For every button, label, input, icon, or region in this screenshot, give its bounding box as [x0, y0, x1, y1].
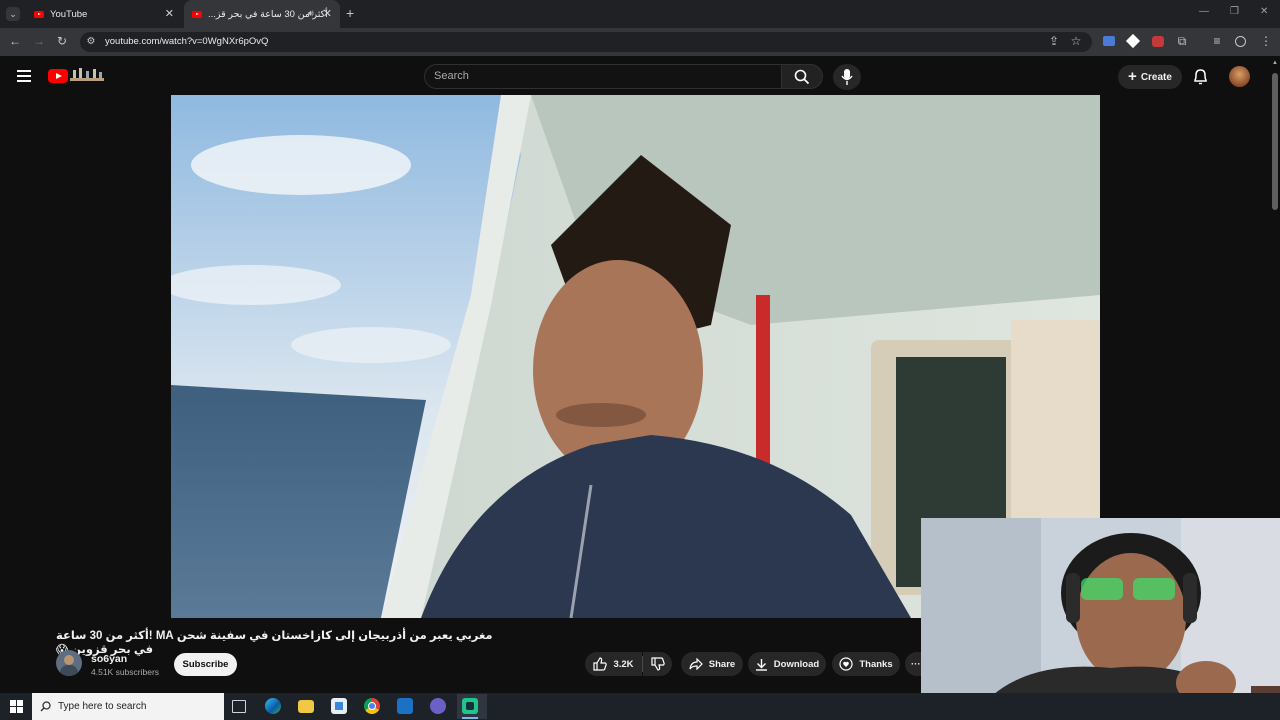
edge-browser-icon[interactable] — [265, 698, 281, 714]
webcam-overlay: x10 — [921, 518, 1280, 720]
menu-kebab-icon[interactable]: ⋮ — [1259, 34, 1273, 48]
thanks-button[interactable]: Thanks — [832, 652, 900, 676]
download-button[interactable]: Download — [748, 652, 826, 676]
thanks-label: Thanks — [859, 658, 893, 670]
audio-playing-icon[interactable]: 🔊︎ — [308, 8, 314, 19]
restore-button[interactable]: ❐ — [1230, 6, 1239, 17]
translate-extension-icon[interactable] — [1103, 36, 1115, 46]
youtube-favicon-icon — [192, 10, 202, 18]
window-close-button[interactable]: ✕ — [1260, 6, 1268, 17]
tab-video[interactable]: أكثر من 30 ساعة في بحر قز... 🔊︎ ✕ — [184, 0, 340, 28]
plus-icon: + — [1128, 68, 1137, 85]
search-button[interactable] — [781, 64, 823, 89]
youtube-favicon-icon — [34, 10, 44, 18]
doodle-logo-icon[interactable] — [70, 66, 104, 83]
subscriber-count: 4.51K subscribers — [91, 667, 160, 677]
file-explorer-icon[interactable] — [298, 700, 314, 713]
tab-title: YouTube — [50, 8, 88, 20]
search-icon — [794, 69, 810, 85]
create-label: Create — [1140, 71, 1172, 83]
thumbs-up-icon — [593, 657, 608, 671]
search-input[interactable] — [424, 64, 782, 89]
forward-icon[interactable]: → — [32, 34, 46, 48]
microphone-icon — [841, 69, 853, 85]
share-label: Share — [708, 658, 736, 670]
create-button[interactable]: + Create — [1118, 65, 1182, 89]
bookmark-star-icon[interactable]: ☆ — [1069, 34, 1083, 48]
thanks-heart-icon — [839, 657, 853, 671]
notifications-bell-icon[interactable] — [1193, 68, 1208, 85]
like-count: 3.2K — [613, 658, 634, 670]
download-label: Download — [773, 658, 820, 670]
back-icon[interactable]: ← — [8, 34, 22, 48]
download-icon — [755, 658, 767, 671]
new-tab-button[interactable]: + — [346, 5, 354, 21]
thumbs-down-icon — [650, 657, 665, 671]
active-app-icon[interactable] — [462, 698, 478, 714]
install-app-icon[interactable]: ⇪ — [1047, 34, 1061, 48]
windows-start-icon[interactable] — [10, 700, 23, 713]
chrome-icon[interactable] — [364, 698, 380, 714]
scrollbar-thumb[interactable] — [1272, 73, 1278, 210]
active-app-indicator — [462, 717, 478, 719]
channel-name[interactable]: so6yan — [91, 653, 127, 665]
scroll-up-arrow-icon[interactable]: ▲ — [1272, 60, 1278, 66]
minimize-button[interactable]: — — [1199, 6, 1209, 17]
microsoft-store-icon[interactable] — [331, 698, 347, 714]
messenger-app-icon[interactable] — [430, 698, 446, 714]
reload-icon[interactable]: ↻ — [55, 34, 69, 48]
subscribe-button[interactable]: Subscribe — [174, 653, 237, 676]
task-view-icon[interactable] — [232, 700, 246, 713]
youtube-logo-icon[interactable] — [48, 69, 68, 83]
webcam-image — [921, 518, 1280, 720]
profile-icon[interactable] — [1235, 36, 1246, 47]
hamburger-menu-icon[interactable] — [17, 70, 31, 82]
share-button[interactable]: Share — [681, 652, 743, 676]
outlook-icon[interactable] — [397, 698, 413, 714]
more-actions-button[interactable]: ··· — [905, 652, 921, 676]
extension-red-icon[interactable] — [1152, 36, 1164, 47]
media-control-icon[interactable]: ≡ — [1210, 34, 1224, 48]
url-text[interactable]: youtube.com/watch?v=0WgNXr6pOvQ — [105, 36, 268, 47]
site-info-icon[interactable]: ⚙ — [84, 35, 98, 49]
voice-search-button[interactable] — [833, 64, 861, 90]
like-button[interactable]: 3.2K — [585, 652, 642, 676]
share-icon — [689, 658, 703, 670]
tab-search-icon[interactable]: ⌄ — [6, 7, 20, 21]
more-icon: ··· — [911, 658, 921, 670]
close-tab-icon[interactable]: ✕ — [323, 7, 332, 20]
extensions-puzzle-icon[interactable]: ⧉ — [1175, 34, 1189, 48]
search-placeholder: Search — [434, 70, 469, 82]
taskbar-search-placeholder: Type here to search — [58, 701, 147, 712]
channel-avatar[interactable] — [56, 650, 82, 676]
dislike-button[interactable] — [643, 652, 672, 676]
tab-youtube[interactable]: YouTube ✕ — [26, 0, 182, 28]
taskbar-search-icon — [40, 701, 51, 712]
account-avatar[interactable] — [1229, 66, 1250, 87]
video-title: مغربي يعبر من أذربيجان إلى كازاخستان في … — [56, 630, 493, 656]
close-tab-icon[interactable]: ✕ — [165, 7, 174, 20]
